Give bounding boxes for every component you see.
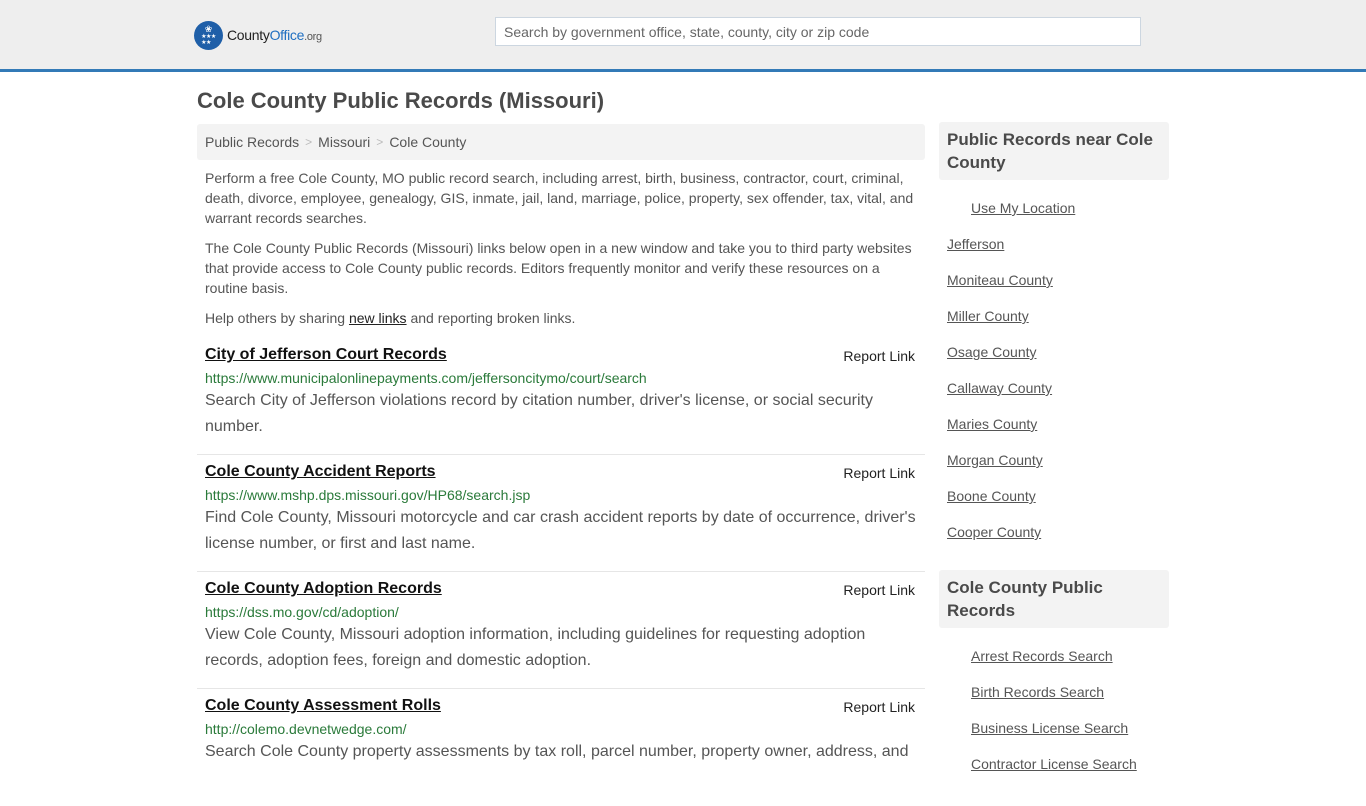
page-title: Cole County Public Records (Missouri) [197, 88, 605, 113]
list-item: Jefferson [939, 226, 1169, 262]
contractor-license-link[interactable]: Contractor License Search [971, 756, 1137, 772]
intro-paragraph-2: The Cole County Public Records (Missouri… [205, 240, 912, 296]
birth-records-link[interactable]: Birth Records Search [971, 684, 1104, 700]
nearby-records-heading: Public Records near Cole County [939, 122, 1169, 180]
list-item: Birth Records Search [939, 674, 1169, 710]
breadcrumb-separator: > [305, 135, 313, 149]
nearby-link-morgan-county[interactable]: Morgan County [947, 452, 1043, 468]
nearby-link-miller-county[interactable]: Miller County [947, 308, 1029, 324]
list-item: Contractor License Search [939, 746, 1169, 782]
list-item: Callaway County [939, 370, 1169, 406]
intro-paragraph-3: Help others by sharing new links and rep… [205, 308, 917, 328]
record-item: City of Jefferson Court Records Report L… [197, 338, 925, 455]
logo-brand-prefix: County [227, 27, 270, 43]
record-url-link[interactable]: https://dss.mo.gov/cd/adoption/ [205, 602, 917, 622]
nearby-link-boone-county[interactable]: Boone County [947, 488, 1036, 504]
report-link-button[interactable]: Report Link [843, 699, 915, 715]
sidebar: Public Records near Cole County Use My L… [939, 122, 1169, 798]
list-item: Morgan County [939, 442, 1169, 478]
breadcrumb-cole-county[interactable]: Cole County [389, 134, 466, 150]
intro-p3-text: Help others by sharing [205, 310, 349, 326]
arrest-records-link[interactable]: Arrest Records Search [971, 648, 1113, 664]
record-description: Search Cole County property assessments … [205, 743, 909, 760]
record-url-link[interactable]: https://www.municipalonlinepayments.com/… [205, 368, 917, 388]
intro-p3-text-end: and reporting broken links. [406, 310, 576, 326]
breadcrumb: Public Records > Missouri > Cole County [197, 124, 925, 160]
list-item: Maries County [939, 406, 1169, 442]
record-title-link[interactable]: Cole County Accident Reports [205, 461, 436, 483]
nearby-link-cooper-county[interactable]: Cooper County [947, 524, 1041, 540]
intro-text: Perform a free Cole County, MO public re… [197, 160, 925, 328]
record-item: Cole County Accident Reports Report Link… [197, 455, 925, 572]
intro-paragraph-1: Perform a free Cole County, MO public re… [205, 170, 914, 226]
record-item: Cole County Assessment Rolls Report Link… [197, 689, 925, 806]
record-title-link[interactable]: City of Jefferson Court Records [205, 344, 447, 366]
record-title-link[interactable]: Cole County Assessment Rolls [205, 695, 441, 717]
nearby-link-osage-county[interactable]: Osage County [947, 344, 1037, 360]
report-link-button[interactable]: Report Link [843, 582, 915, 598]
record-description: Find Cole County, Missouri motorcycle an… [205, 509, 916, 552]
list-item: Business License Search [939, 710, 1169, 746]
list-item: Moniteau County [939, 262, 1169, 298]
logo-brand-main: Office [269, 27, 305, 43]
logo-text: CountyOffice.org [227, 27, 322, 43]
list-item: Boone County [939, 478, 1169, 514]
nearby-link-callaway-county[interactable]: Callaway County [947, 380, 1052, 396]
site-header: ❀ ★★★ ★★ CountyOffice.org [0, 0, 1366, 72]
record-url-link[interactable]: http://colemo.devnetwedge.com/ [205, 719, 917, 739]
list-item: Osage County [939, 334, 1169, 370]
records-list: City of Jefferson Court Records Report L… [197, 338, 925, 806]
nearby-link-maries-county[interactable]: Maries County [947, 416, 1037, 432]
list-item: Use My Location [939, 190, 1169, 226]
breadcrumb-public-records[interactable]: Public Records [205, 134, 299, 150]
nearby-link-jefferson[interactable]: Jefferson [947, 236, 1004, 252]
county-records-list: Arrest Records Search Birth Records Sear… [939, 628, 1169, 798]
nearby-records-list: Use My Location Jefferson Moniteau Count… [939, 180, 1169, 566]
record-url-link[interactable]: https://www.mshp.dps.missouri.gov/HP68/s… [205, 485, 917, 505]
county-records-heading: Cole County Public Records [939, 570, 1169, 628]
breadcrumb-missouri[interactable]: Missouri [318, 134, 370, 150]
record-item: Cole County Adoption Records Report Link… [197, 572, 925, 689]
breadcrumb-separator: > [376, 135, 384, 149]
search-input[interactable] [495, 17, 1141, 46]
use-my-location-link[interactable]: Use My Location [971, 200, 1075, 216]
report-link-button[interactable]: Report Link [843, 348, 915, 364]
list-item: Cooper County [939, 514, 1169, 550]
logo-brand-suffix: .org [304, 31, 322, 43]
list-item: Miller County [939, 298, 1169, 334]
site-logo[interactable]: ❀ ★★★ ★★ CountyOffice.org [194, 20, 322, 50]
report-link-button[interactable]: Report Link [843, 465, 915, 481]
nearby-link-moniteau-county[interactable]: Moniteau County [947, 272, 1053, 288]
record-title-link[interactable]: Cole County Adoption Records [205, 578, 442, 600]
eagle-stars-icon: ❀ ★★★ ★★ [194, 20, 223, 50]
business-license-link[interactable]: Business License Search [971, 720, 1128, 736]
list-item: Arrest Records Search [939, 638, 1169, 674]
main-content: Public Records > Missouri > Cole County … [197, 124, 925, 806]
record-description: View Cole County, Missouri adoption info… [205, 626, 866, 669]
record-description: Search City of Jefferson violations reco… [205, 392, 873, 435]
new-links-link[interactable]: new links [349, 310, 407, 326]
